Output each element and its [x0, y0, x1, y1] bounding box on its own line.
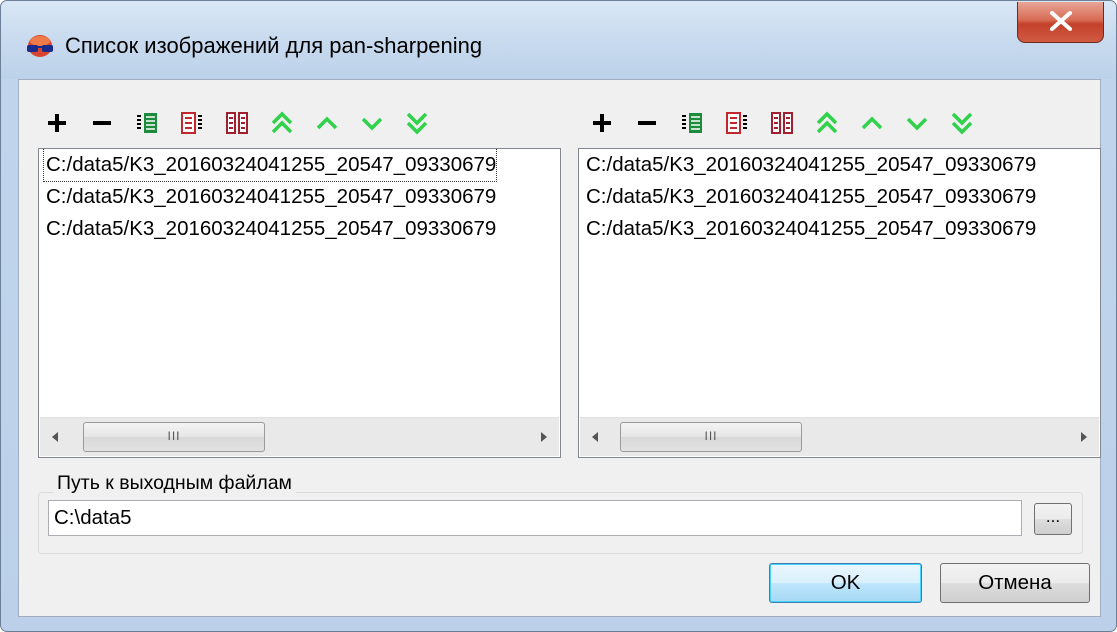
list-item[interactable]: C:/data5/K3_20160324041255_20547_0933067…	[586, 149, 1036, 181]
scroll-right-arrow-icon[interactable]	[1081, 432, 1087, 442]
scroll-left-arrow-icon[interactable]	[592, 432, 598, 442]
clear-list-icon	[226, 112, 248, 134]
left-move-top-button[interactable]	[263, 104, 301, 142]
scroll-right-arrow-icon[interactable]	[541, 432, 547, 442]
right-move-up-button[interactable]	[853, 104, 891, 142]
right-image-list[interactable]: C:/data5/K3_20160324041255_20547_0933067…	[578, 148, 1101, 458]
add-icon	[48, 114, 66, 132]
close-icon	[1050, 11, 1072, 31]
cancel-button[interactable]: Отмена	[940, 563, 1090, 603]
list-item[interactable]: C:/data5/K3_20160324041255_20547_0933067…	[42, 149, 498, 182]
left-move-down-button[interactable]	[353, 104, 391, 142]
right-remove-button[interactable]	[628, 104, 666, 142]
remove-icon	[93, 121, 111, 125]
output-path-input[interactable]: C:\data5	[48, 500, 1022, 536]
right-clear-list-button[interactable]	[763, 104, 801, 142]
scroll-thumb[interactable]: III	[620, 422, 802, 452]
move-top-icon	[816, 111, 838, 134]
output-path-label: Путь к выходным файлам	[53, 472, 296, 495]
ok-button[interactable]: OK	[769, 563, 922, 603]
left-move-up-button[interactable]	[308, 104, 346, 142]
remove-list-icon	[726, 112, 747, 134]
list-item[interactable]: C:/data5/K3_20160324041255_20547_0933067…	[46, 181, 496, 213]
move-up-icon	[861, 116, 883, 130]
remove-icon	[638, 121, 656, 125]
window-title: Список изображений для pan-sharpening	[65, 33, 483, 58]
left-remove-button[interactable]	[83, 104, 121, 142]
move-up-icon	[316, 116, 338, 130]
right-move-top-button[interactable]	[808, 104, 846, 142]
right-add-button[interactable]	[583, 104, 621, 142]
dialog-window: Список изображений для pan-sharpening C:…	[0, 0, 1117, 632]
right-insert-list-button[interactable]	[673, 104, 711, 142]
clear-list-icon	[771, 112, 793, 134]
move-bottom-icon	[951, 112, 973, 135]
left-insert-list-button[interactable]	[128, 104, 166, 142]
left-horizontal-scrollbar[interactable]: III	[40, 417, 559, 456]
move-down-icon	[361, 117, 383, 131]
left-add-button[interactable]	[38, 104, 76, 142]
close-button[interactable]	[1017, 2, 1104, 43]
dialog-client-area: C:/data5/K3_20160324041255_20547_0933067…	[18, 79, 1101, 617]
left-move-bottom-button[interactable]	[398, 104, 436, 142]
scroll-thumb[interactable]: III	[83, 422, 265, 452]
move-bottom-icon	[406, 112, 428, 135]
app-glasses-icon	[27, 35, 53, 57]
right-move-down-button[interactable]	[898, 104, 936, 142]
list-item[interactable]: C:/data5/K3_20160324041255_20547_0933067…	[46, 213, 496, 245]
move-top-icon	[271, 111, 293, 134]
scroll-left-arrow-icon[interactable]	[52, 432, 58, 442]
insert-list-icon	[682, 113, 702, 133]
add-icon	[593, 114, 611, 132]
right-remove-list-button[interactable]	[718, 104, 756, 142]
list-item[interactable]: C:/data5/K3_20160324041255_20547_0933067…	[586, 181, 1036, 213]
left-image-list[interactable]: C:/data5/K3_20160324041255_20547_0933067…	[38, 148, 561, 458]
left-remove-list-button[interactable]	[173, 104, 211, 142]
right-move-bottom-button[interactable]	[943, 104, 981, 142]
insert-list-icon	[137, 113, 157, 133]
list-item[interactable]: C:/data5/K3_20160324041255_20547_0933067…	[586, 213, 1036, 245]
left-clear-list-button[interactable]	[218, 104, 256, 142]
right-toolbar	[583, 102, 988, 144]
left-toolbar	[38, 102, 443, 144]
title-bar[interactable]: Список изображений для pan-sharpening	[1, 1, 1116, 79]
right-horizontal-scrollbar[interactable]: III	[580, 417, 1099, 456]
move-down-icon	[906, 117, 928, 131]
browse-button[interactable]: ...	[1034, 503, 1072, 535]
remove-list-icon	[181, 112, 202, 134]
